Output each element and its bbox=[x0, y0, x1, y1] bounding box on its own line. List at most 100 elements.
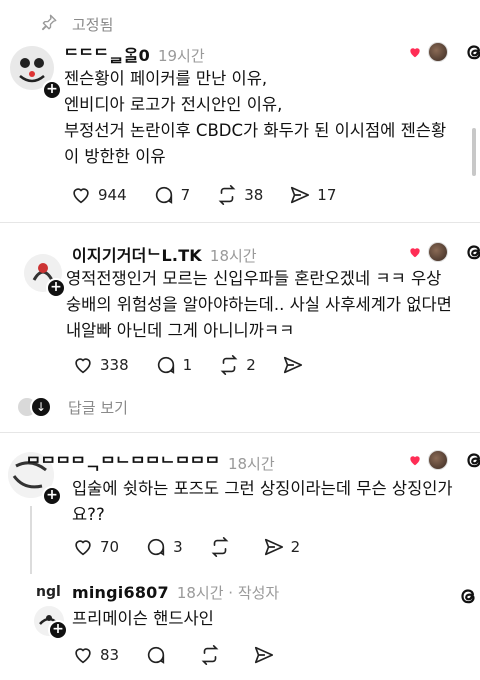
repost-icon bbox=[218, 185, 236, 205]
timestamp: 19시간 bbox=[157, 47, 205, 65]
post-line: 젠슨황이 페이커를 만난 이유, bbox=[64, 69, 268, 88]
heart-icon bbox=[410, 48, 420, 58]
post-actions: 83 bbox=[72, 644, 307, 666]
comment-count: 7 bbox=[180, 186, 191, 204]
thread-line bbox=[30, 506, 32, 574]
comment-button[interactable]: 7 bbox=[153, 184, 191, 206]
scrollbar[interactable] bbox=[472, 128, 476, 176]
share-button[interactable] bbox=[282, 354, 310, 376]
post-top-icons bbox=[408, 240, 480, 264]
liker-avatar bbox=[428, 42, 448, 62]
post-line: 내알빠 아닌데 그게 아니니까ㅋㅋ bbox=[66, 321, 295, 340]
post-header: 이지기거더ᄂL.TK 18시간 bbox=[72, 242, 257, 266]
send-icon bbox=[255, 646, 274, 664]
send-icon bbox=[291, 186, 310, 204]
comment-icon bbox=[147, 646, 165, 664]
post-line: 요?? bbox=[72, 505, 105, 524]
post-line: 영적전쟁인거 모르는 신입우파들 혼란오겠네 ㅋㅋ 우상 bbox=[66, 269, 442, 288]
threads-icon[interactable] bbox=[456, 584, 480, 608]
repost-count: 38 bbox=[244, 186, 264, 204]
comment-icon bbox=[155, 186, 172, 204]
heart-outline-icon bbox=[75, 648, 91, 664]
comment-count: 3 bbox=[173, 538, 183, 556]
username[interactable]: 이지기거더ᄂL.TK bbox=[72, 242, 202, 266]
comment-count: 1 bbox=[182, 356, 193, 374]
share-button[interactable]: 2 bbox=[263, 536, 301, 558]
comment-button[interactable]: 3 bbox=[145, 536, 183, 558]
liker-avatar bbox=[428, 242, 448, 262]
view-replies-button[interactable]: ↓ 답글 보기 bbox=[18, 396, 128, 418]
repost-count: 2 bbox=[246, 356, 256, 374]
repost-button[interactable]: 2 bbox=[218, 354, 256, 376]
post-actions: 944 7 38 17 bbox=[70, 184, 362, 206]
post-line: 부정선거 논란이후 CBDC가 화두가 된 이시점에 젠슨황 bbox=[64, 121, 447, 140]
post-body: 입술에 쉿하는 포즈도 그런 상징이라는데 무슨 상징인가 요?? bbox=[72, 476, 472, 528]
share-count: 17 bbox=[317, 186, 337, 204]
threads-icon[interactable] bbox=[462, 240, 480, 264]
repost-icon bbox=[211, 537, 229, 557]
pin-icon bbox=[40, 13, 58, 35]
post-body: 프리메이슨 핸드사인 bbox=[72, 606, 472, 632]
view-replies-label: 답글 보기 bbox=[68, 398, 128, 417]
post-top-icons bbox=[408, 40, 480, 64]
follow-plus-button[interactable]: + bbox=[42, 486, 62, 506]
username[interactable]: ᄃᄃᄃᆯᄋᆞᆯ0 bbox=[64, 42, 150, 66]
repost-icon bbox=[201, 645, 219, 665]
post-line: 숭배의 위험성을 알아야하는데.. 사실 사후세계가 없다면 bbox=[66, 295, 452, 314]
share-count: 2 bbox=[290, 538, 301, 556]
timestamp: 18시간 bbox=[227, 455, 275, 473]
post-line: 엔비디아 로고가 전시안인 이유, bbox=[64, 95, 283, 114]
send-icon bbox=[264, 538, 283, 556]
comment-icon bbox=[147, 538, 165, 556]
avatar-text: ngl bbox=[36, 584, 61, 600]
post-line: 입술에 쉿하는 포즈도 그런 상징이라는데 무슨 상징인가 bbox=[72, 479, 453, 498]
heart-outline-icon bbox=[75, 540, 91, 556]
timestamp: 18시간 bbox=[209, 247, 257, 265]
heart-icon bbox=[410, 456, 420, 466]
post-actions: 338 1 2 bbox=[72, 354, 336, 376]
repost-button[interactable] bbox=[199, 644, 227, 666]
follow-plus-button[interactable]: + bbox=[46, 278, 66, 298]
username[interactable]: ᄆᄆᄆᄆᆨᄆᄂᄆᄆᄂᄆᄆᄆ bbox=[26, 450, 220, 474]
divider bbox=[0, 222, 480, 223]
post-header: ᄆᄆᄆᄆᆨᄆᄂᄆᄆᄂᄆᄆᄆ 18시간 bbox=[26, 450, 275, 474]
post-top-icons bbox=[448, 584, 480, 608]
liker-avatar bbox=[428, 450, 448, 470]
like-button[interactable]: 338 bbox=[72, 354, 129, 376]
post-line: 프리메이슨 핸드사인 bbox=[72, 609, 214, 628]
share-button[interactable]: 17 bbox=[289, 184, 336, 206]
username[interactable]: mingi6807 bbox=[72, 583, 169, 602]
comment-button[interactable] bbox=[145, 644, 173, 666]
share-button[interactable] bbox=[253, 644, 281, 666]
post-actions: 70 3 2 bbox=[72, 536, 326, 558]
pinned-text: 고정됨 bbox=[72, 15, 114, 34]
heart-icon bbox=[410, 248, 420, 258]
like-button[interactable]: 83 bbox=[72, 644, 119, 666]
follow-plus-button[interactable]: + bbox=[48, 620, 68, 640]
post-header: ᄃᄃᄃᆯᄋᆞᆯ0 19시간 bbox=[64, 42, 205, 66]
heart-outline-icon bbox=[73, 188, 89, 204]
comment-button[interactable]: 1 bbox=[155, 354, 193, 376]
like-count: 83 bbox=[100, 646, 120, 664]
heart-outline-icon bbox=[75, 358, 91, 374]
timestamp: 18시간 · 작성자 bbox=[176, 584, 280, 602]
like-button[interactable]: 70 bbox=[72, 536, 119, 558]
post-line: 이 방한한 이유 bbox=[64, 147, 166, 166]
threads-icon[interactable] bbox=[462, 448, 480, 472]
post-body: 젠슨황이 페이커를 만난 이유, 엔비디아 로고가 전시안인 이유, 부정선거 … bbox=[64, 66, 474, 170]
arrow-down-icon: ↓ bbox=[30, 396, 52, 418]
post-header: mingi6807 18시간 · 작성자 bbox=[72, 582, 279, 603]
like-button[interactable]: 944 bbox=[70, 184, 127, 206]
repost-button[interactable]: 38 bbox=[216, 184, 263, 206]
comment-icon bbox=[157, 356, 174, 374]
like-count: 338 bbox=[100, 356, 129, 374]
repost-button[interactable] bbox=[209, 536, 237, 558]
send-icon bbox=[283, 356, 302, 374]
threads-icon[interactable] bbox=[462, 40, 480, 64]
post-body: 영적전쟁인거 모르는 신입우파들 혼란오겠네 ㅋㅋ 우상 숭배의 위험성을 알아… bbox=[66, 266, 476, 344]
like-count: 70 bbox=[100, 538, 120, 556]
repost-icon bbox=[220, 355, 238, 375]
follow-plus-button[interactable]: + bbox=[42, 80, 62, 100]
post-top-icons bbox=[408, 448, 480, 472]
replier-avatars: ↓ bbox=[18, 396, 54, 418]
